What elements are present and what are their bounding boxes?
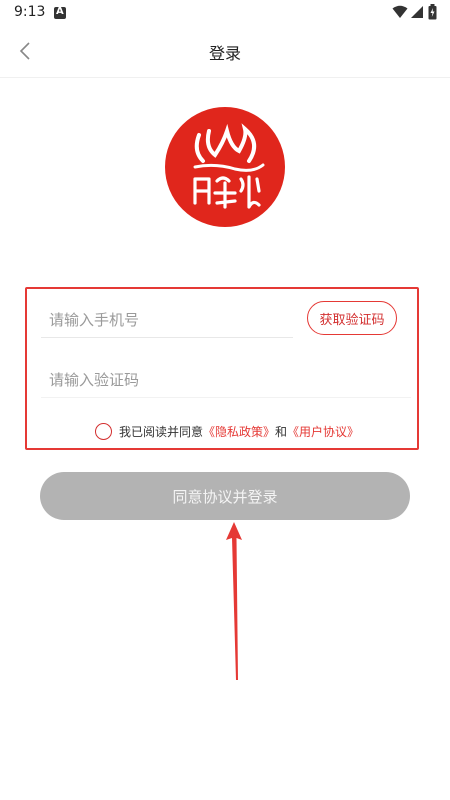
agreement-row: 我已阅读并同意 《隐私政策》 和 《用户协议》 [95, 421, 359, 441]
wifi-icon [392, 5, 408, 18]
app-logo [165, 107, 285, 227]
battery-icon [428, 4, 437, 20]
agreement-text: 我已阅读并同意 [119, 424, 204, 439]
agreement-checkbox[interactable] [95, 422, 112, 440]
page-title: 登录 [208, 44, 241, 63]
code-divider [41, 397, 411, 398]
status-bar: 9:13 [0, 0, 450, 26]
notification-a-icon [54, 6, 66, 19]
nav-bar: 登录 [0, 26, 450, 78]
status-time: 9:13 [14, 4, 46, 20]
verification-code-input[interactable] [49, 363, 389, 397]
user-agreement-link[interactable]: 《用户协议》 [287, 423, 359, 440]
login-form: 获取验证码 我已阅读并同意 《隐私政策》 和 《用户协议》 [25, 287, 419, 450]
phone-divider [41, 337, 293, 338]
annotation-arrow-icon [226, 522, 242, 680]
agree-and-login-button[interactable]: 同意协议并登录 [40, 472, 410, 520]
privacy-policy-link[interactable]: 《隐私政策》 [203, 423, 275, 440]
agreement-conjunction: 和 [275, 424, 288, 439]
get-code-button[interactable]: 获取验证码 [307, 301, 397, 335]
signal-icon [411, 6, 423, 18]
phone-input[interactable] [49, 303, 289, 337]
